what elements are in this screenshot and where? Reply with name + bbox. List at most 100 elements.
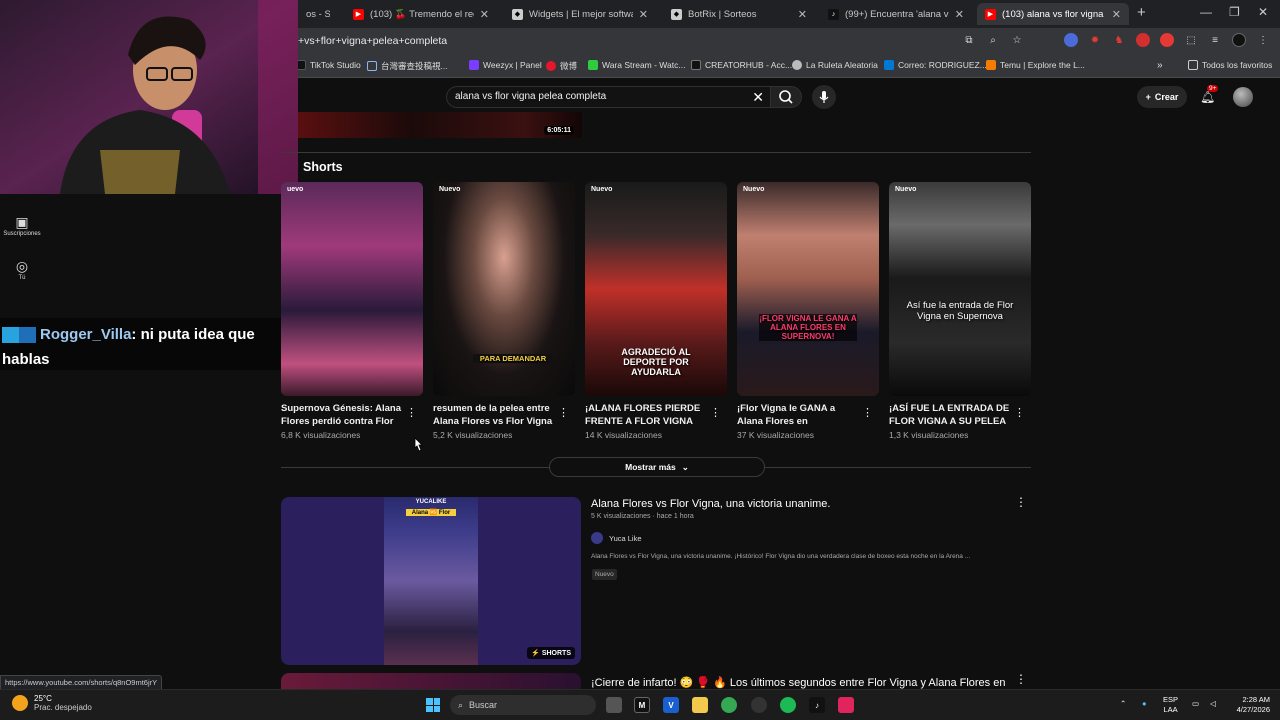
short-views: 1,3 K visualizaciones bbox=[889, 430, 969, 440]
bookmark-item[interactable]: Wara Stream - Watc... bbox=[588, 60, 685, 70]
new-tab-icon[interactable]: + bbox=[1137, 4, 1146, 21]
create-button[interactable]: + Crear bbox=[1137, 86, 1187, 108]
video-thumbnail[interactable]: YUCALIKE Alana 🆚 Flor ⚡ SHORTS bbox=[281, 497, 581, 665]
close-icon[interactable]: ✕ bbox=[798, 8, 807, 21]
profile-icon[interactable] bbox=[1232, 33, 1246, 47]
spotify-icon[interactable] bbox=[780, 697, 796, 713]
cast-icon[interactable]: ⧉ bbox=[962, 33, 976, 47]
short-card[interactable]: Nuevo ¡FLOR VIGNA LE GANA A ALANA FLORES… bbox=[737, 182, 879, 440]
short-title[interactable]: Supernova Génesis: Alana Flores perdió c… bbox=[281, 402, 403, 428]
more-options-icon[interactable]: ⋮ bbox=[1014, 406, 1025, 419]
bookmark-item[interactable]: Correo: RODRIGUEZ... bbox=[884, 60, 987, 70]
media-icon[interactable]: ≡ bbox=[1208, 33, 1222, 47]
app-m-icon[interactable]: M bbox=[634, 697, 650, 713]
close-icon[interactable]: ✕ bbox=[1112, 8, 1121, 21]
bookmark-item[interactable]: Weezyx | Panel bbox=[469, 60, 542, 70]
app-red-icon[interactable] bbox=[838, 697, 854, 713]
more-options-icon[interactable]: ⋮ bbox=[558, 406, 569, 419]
bookmark-folder-all[interactable]: Todos los favoritos bbox=[1188, 60, 1272, 70]
bookmark-item[interactable]: La Ruleta Aleatoria bbox=[792, 60, 878, 70]
bookmark-item[interactable]: Temu | Explore the L... bbox=[986, 60, 1085, 70]
extension-icon[interactable] bbox=[1160, 33, 1174, 47]
minimize-icon[interactable]: — bbox=[1200, 5, 1212, 19]
search-input[interactable] bbox=[455, 91, 745, 102]
browser-tab[interactable]: ◆ Widgets | El mejor software pa ✕ bbox=[504, 3, 656, 25]
task-view-icon[interactable] bbox=[606, 697, 622, 713]
start-button[interactable] bbox=[426, 698, 440, 712]
extension-icon[interactable]: ♞ bbox=[1112, 33, 1126, 47]
zoom-icon[interactable]: ⌕ bbox=[986, 33, 1000, 47]
close-icon[interactable]: ✕ bbox=[955, 8, 964, 21]
sidebar-item-you[interactable]: ◎ Tú bbox=[0, 258, 44, 281]
extension-icon[interactable] bbox=[1136, 33, 1150, 47]
volume-icon[interactable]: ◁ bbox=[1210, 699, 1216, 709]
bookmark-item[interactable]: CREATORHUB - Acc... bbox=[691, 60, 792, 70]
bookmark-item[interactable]: 台灣審查投稿視... bbox=[367, 60, 448, 72]
short-title[interactable]: ¡Flor Vigna le GANA a Alana Flores en Su… bbox=[737, 402, 859, 428]
weather-temp: 25°C bbox=[34, 694, 52, 703]
bookmark-label: La Ruleta Aleatoria bbox=[806, 60, 878, 70]
more-options-icon[interactable]: ⋮ bbox=[710, 406, 721, 419]
app-v-icon[interactable]: V bbox=[663, 697, 679, 713]
short-thumbnail[interactable]: Nuevo AGRADECIÓ AL DEPORTE POR AYUDARLA bbox=[585, 182, 727, 396]
short-title[interactable]: ¡ASÍ FUE LA ENTRADA DE FLOR VIGNA A SU P… bbox=[889, 402, 1011, 428]
voice-search-button[interactable] bbox=[812, 85, 836, 109]
close-window-icon[interactable]: ✕ bbox=[1258, 5, 1268, 19]
browser-tab[interactable]: os - S bbox=[298, 3, 338, 25]
clear-search-icon[interactable]: ✕ bbox=[752, 89, 764, 106]
short-thumbnail[interactable]: uevo bbox=[281, 182, 423, 396]
short-card[interactable]: Nuevo PARA DEMANDAR resumen de la pelea … bbox=[433, 182, 575, 440]
weather-widget[interactable]: 25°C Prac. despejado bbox=[12, 694, 92, 712]
short-card[interactable]: Nuevo Así fue la entrada de Flor Vigna e… bbox=[889, 182, 1031, 440]
show-more-button[interactable]: Mostrar más ⌄ bbox=[549, 457, 765, 477]
chevron-right-icon[interactable]: » bbox=[1157, 60, 1163, 71]
short-card[interactable]: uevo Supernova Génesis: Alana Flores per… bbox=[281, 182, 423, 440]
browser-tab-active[interactable]: ▶ (103) alana vs flor vigna pelea c ✕ bbox=[977, 3, 1129, 25]
close-icon[interactable]: ✕ bbox=[480, 8, 489, 21]
more-options-icon[interactable]: ⋮ bbox=[1015, 672, 1027, 686]
restore-icon[interactable]: ❐ bbox=[1229, 5, 1240, 19]
previous-video-thumbnail[interactable]: 6:05:11 bbox=[298, 112, 582, 138]
new-badge: uevo bbox=[287, 186, 304, 193]
chrome-icon[interactable] bbox=[721, 697, 737, 713]
sidebar-item-subscriptions[interactable]: ▣ Suscripciones bbox=[0, 214, 44, 237]
more-options-icon[interactable]: ⋮ bbox=[406, 406, 417, 419]
puzzle-icon[interactable]: ⬚ bbox=[1184, 33, 1198, 47]
bookmark-item[interactable]: TikTok Studio bbox=[296, 60, 361, 70]
menu-icon[interactable]: ⋮ bbox=[1256, 33, 1270, 47]
video-title[interactable]: ¡Cierre de infarto! 😳 🥊 🔥 Los últimos se… bbox=[591, 676, 1005, 689]
extension-icon[interactable]: ✹ bbox=[1088, 33, 1102, 47]
short-thumbnail[interactable]: Nuevo ¡FLOR VIGNA LE GANA A ALANA FLORES… bbox=[737, 182, 879, 396]
url-text[interactable]: +vs+flor+vigna+pelea+completa bbox=[298, 35, 447, 47]
short-thumbnail[interactable]: Nuevo PARA DEMANDAR bbox=[433, 182, 575, 396]
mic-icon[interactable]: ● bbox=[1142, 699, 1147, 709]
clock[interactable]: 2:28 AM 4/27/2026 bbox=[1228, 695, 1270, 715]
more-options-icon[interactable]: ⋮ bbox=[862, 406, 873, 419]
video-title[interactable]: Alana Flores vs Flor Vigna, una victoria… bbox=[591, 498, 830, 510]
file-explorer-icon[interactable] bbox=[692, 697, 708, 713]
search-icon: ⌕ bbox=[458, 699, 464, 710]
star-icon[interactable]: ☆ bbox=[1010, 33, 1024, 47]
search-button[interactable] bbox=[770, 86, 802, 108]
extension-icon[interactable] bbox=[1064, 33, 1078, 47]
channel-link[interactable]: Yuca Like bbox=[591, 532, 642, 544]
more-options-icon[interactable]: ⋮ bbox=[1015, 495, 1027, 509]
close-icon[interactable]: ✕ bbox=[639, 8, 648, 21]
app-icon[interactable] bbox=[751, 697, 767, 713]
browser-tab[interactable]: ◆ BotRix | Sorteos ✕ bbox=[663, 3, 815, 25]
short-card[interactable]: Nuevo AGRADECIÓ AL DEPORTE POR AYUDARLA … bbox=[585, 182, 727, 440]
short-thumbnail[interactable]: Nuevo Así fue la entrada de Flor Vigna e… bbox=[889, 182, 1031, 396]
network-icon[interactable]: ▭ bbox=[1192, 699, 1199, 709]
taskbar-search[interactable]: ⌕ Buscar bbox=[450, 695, 596, 715]
short-title[interactable]: resumen de la pelea entre Alana Flores v… bbox=[433, 402, 555, 428]
bookmark-item[interactable]: 微博 bbox=[546, 60, 577, 72]
tiktok-icon[interactable]: ♪ bbox=[809, 697, 825, 713]
notifications-button[interactable]: 🔔︎ 9+ bbox=[1200, 85, 1219, 106]
language-indicator[interactable]: ESP LAA bbox=[1163, 695, 1178, 715]
short-title[interactable]: ¡ALANA FLORES PIERDE FRENTE A FLOR VIGNA… bbox=[585, 402, 707, 428]
chevron-up-icon[interactable]: ⌃ bbox=[1120, 699, 1126, 709]
avatar[interactable] bbox=[1233, 87, 1253, 107]
creatorhub-icon bbox=[691, 60, 701, 70]
browser-tab[interactable]: ♪ (99+) Encuentra 'alana vs flor vi ✕ bbox=[820, 3, 972, 25]
browser-tab[interactable]: ▶ (103) 🍒 Tremendo el reggaetó ✕ bbox=[345, 3, 497, 25]
